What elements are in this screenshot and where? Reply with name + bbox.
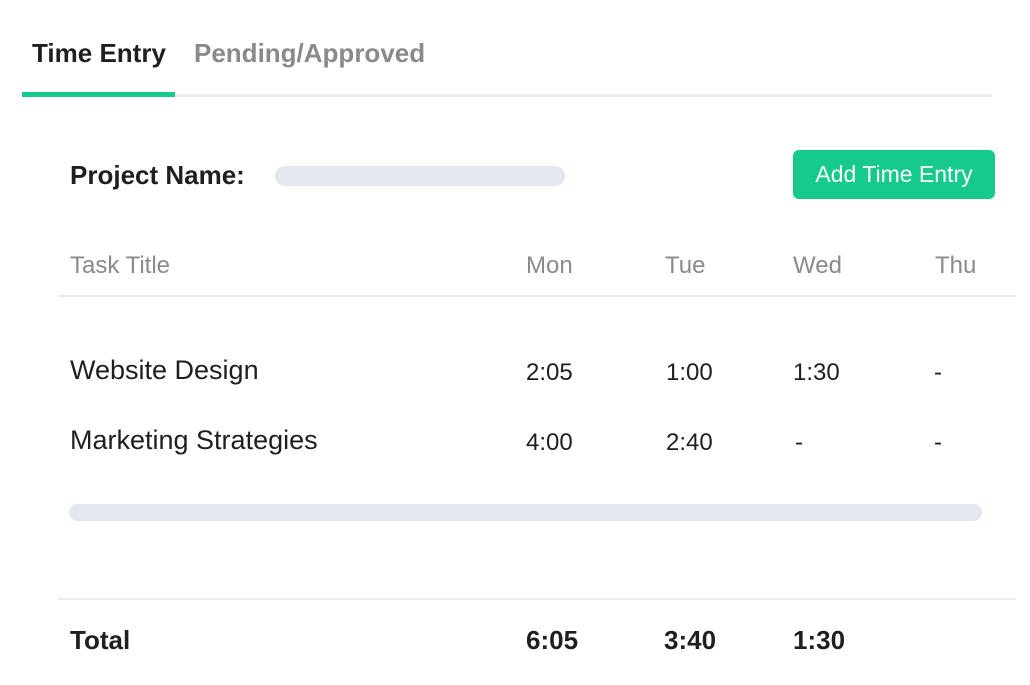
total-wed: 1:30 [793, 625, 846, 655]
mon-cell: 2:05 [526, 359, 573, 386]
header-divider [58, 295, 1016, 297]
column-header-thu: Thu [935, 252, 977, 279]
thu-cell: - [934, 429, 942, 456]
total-label: Total [70, 625, 131, 655]
wed-cell: - [795, 429, 803, 456]
column-header-task-title: Task Title [70, 252, 171, 279]
column-header-wed: Wed [793, 252, 842, 279]
tue-cell: 2:40 [666, 429, 713, 456]
mon-cell: 4:00 [526, 429, 573, 456]
horizontal-scrollbar[interactable] [69, 504, 982, 521]
total-tue: 3:40 [664, 625, 717, 655]
thu-cell: - [934, 359, 942, 386]
column-header-tue: Tue [665, 252, 706, 279]
column-header-mon: Mon [526, 252, 573, 279]
wed-cell: 1:30 [793, 359, 840, 386]
tue-cell: 1:00 [666, 359, 713, 386]
total-divider [58, 598, 1016, 600]
task-title-cell: Marketing Strategies [70, 425, 318, 455]
time-entry-table: Task Title Mon Tue Wed Thu Website Desig… [58, 0, 1016, 685]
total-mon: 6:05 [526, 625, 579, 655]
task-title-cell: Website Design [70, 355, 259, 385]
